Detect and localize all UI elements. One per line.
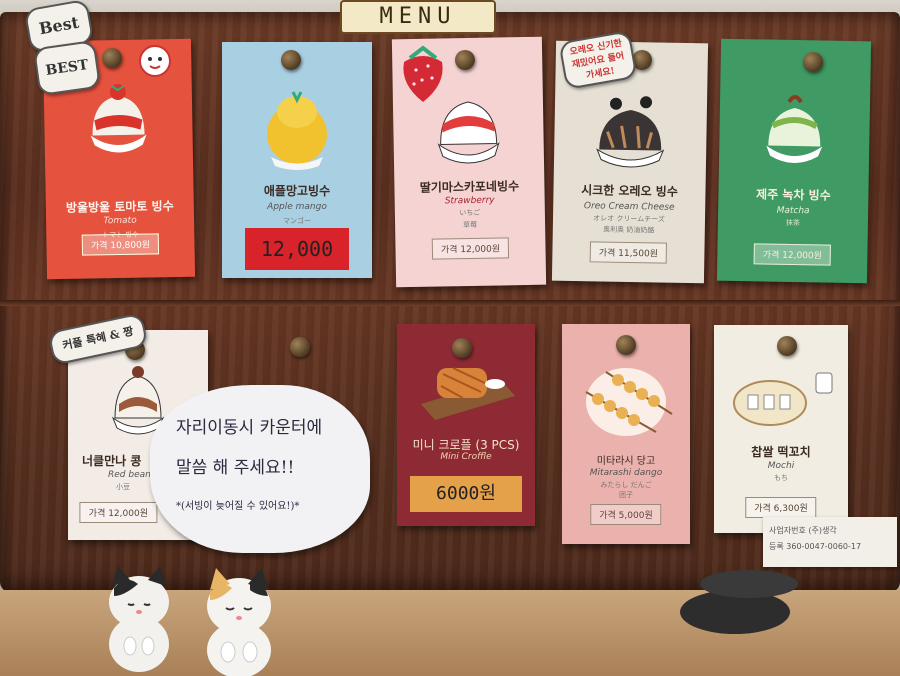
card-name: 애플망고빙수: [263, 184, 331, 198]
pin: [777, 336, 797, 356]
address-line-1: 사업자번호 (주)생각: [769, 526, 837, 535]
menu-card-apple-mango: 애플망고빙수 Apple mango マンゴー 12,000: [222, 42, 372, 278]
card-english: Apple mango: [267, 202, 327, 212]
card-english: Oreo Cream Cheese: [583, 201, 675, 213]
card-name: 제주 녹차 빙수: [755, 187, 831, 203]
card-japanese: 抹茶: [785, 218, 800, 228]
pin: [455, 50, 475, 70]
card-price: 가격 6,300원: [745, 497, 817, 518]
shaved-ice-tomato-icon: [90, 84, 147, 153]
pin: [281, 50, 301, 70]
card-chinese: 奥利奥 奶油奶酪: [603, 225, 655, 235]
card-price: 가격 10,800원: [81, 233, 160, 256]
card-english: Tomato: [103, 215, 137, 227]
pin: [452, 338, 472, 358]
address-line-2: 등록 360-0047-0060-17: [769, 542, 862, 551]
card-english: Strawberry: [444, 195, 495, 207]
card-japanese: もち: [774, 474, 788, 482]
handwritten-seat-change-note: 자리이동시 카운터에 말씀 해 주세요!! *(서빙이 늦어질 수 있어요!)*: [150, 385, 370, 553]
card-price: 가격 12,000원: [753, 243, 832, 266]
card-price: 가격 12,000원: [431, 237, 510, 260]
card-japanese: みたらし だんご: [600, 481, 652, 489]
menu-card-mochi: 찹쌀 떡꼬치 Mochi もち 가격 6,300원: [714, 325, 848, 533]
card-chinese: 草莓: [463, 220, 478, 230]
menu-sign: MENU: [340, 0, 496, 34]
card-english: Mochi: [767, 461, 795, 471]
calico-cat-figurine-icon: [207, 568, 271, 676]
business-info-slip: 사업자번호 (주)생각 등록 360-0047-0060-17: [763, 517, 897, 567]
card-english: Matcha: [776, 205, 810, 217]
note-line-1: 자리이동시 카운터에: [176, 418, 323, 438]
mochi-plate-icon: [733, 372, 833, 426]
pin: [616, 335, 636, 355]
dango-skewers-icon: [585, 368, 673, 436]
shaved-ice-mango-icon: [267, 91, 327, 170]
menu-card-dango: 미타라시 당고 Mitarashi dango みたらし だんご 团子 가격 5…: [562, 324, 690, 544]
white-cat-figurine-icon: [109, 566, 169, 672]
card-english: Mini Croffle: [440, 452, 492, 462]
card-name: 딸기마스카포네빙수: [419, 179, 520, 195]
card-japanese: マンゴー: [283, 217, 311, 225]
pin: [102, 48, 122, 68]
card-japanese: いちご: [459, 208, 481, 218]
shaved-ice-matcha-icon: [766, 95, 823, 163]
note-line-3: *(서빙이 늦어질 수 있어요!)*: [176, 501, 300, 512]
card-name: 미타라시 당고: [596, 456, 656, 467]
card-price: 가격 11,500원: [589, 241, 668, 264]
card-price-handwritten: 12,000: [245, 228, 349, 270]
card-name: 찹쌀 떡꼬치: [751, 445, 811, 459]
black-disc: [700, 570, 798, 598]
pin: [290, 337, 310, 357]
card-name: 미니 크로플 (3 PCS): [412, 438, 520, 452]
card-name: 방울방울 토마토 빙수: [65, 199, 174, 215]
card-name: 시크한 오레오 빙수: [581, 183, 678, 199]
card-price: 가격 12,000원: [79, 502, 157, 523]
board-seam: [0, 300, 900, 306]
card-english: Mitarashi dango: [589, 468, 663, 478]
card-chinese: 团子: [619, 491, 633, 499]
strawberry-sticker-icon: [403, 45, 443, 102]
pin: [803, 52, 823, 72]
cat-face-sticker-icon: [139, 45, 171, 77]
shaved-ice-oreo-icon: [596, 96, 665, 168]
croffle-plate-icon: [421, 367, 515, 420]
card-price: 가격 5,000원: [590, 504, 662, 525]
best-tag-secondary: BEST: [32, 39, 102, 97]
menu-card-matcha: 제주 녹차 빙수 Matcha 抹茶 가격 12,000원: [716, 38, 872, 284]
card-price-handwritten: 6000원: [410, 476, 522, 512]
note-line-2: 말씀 해 주세요!!: [176, 458, 295, 478]
